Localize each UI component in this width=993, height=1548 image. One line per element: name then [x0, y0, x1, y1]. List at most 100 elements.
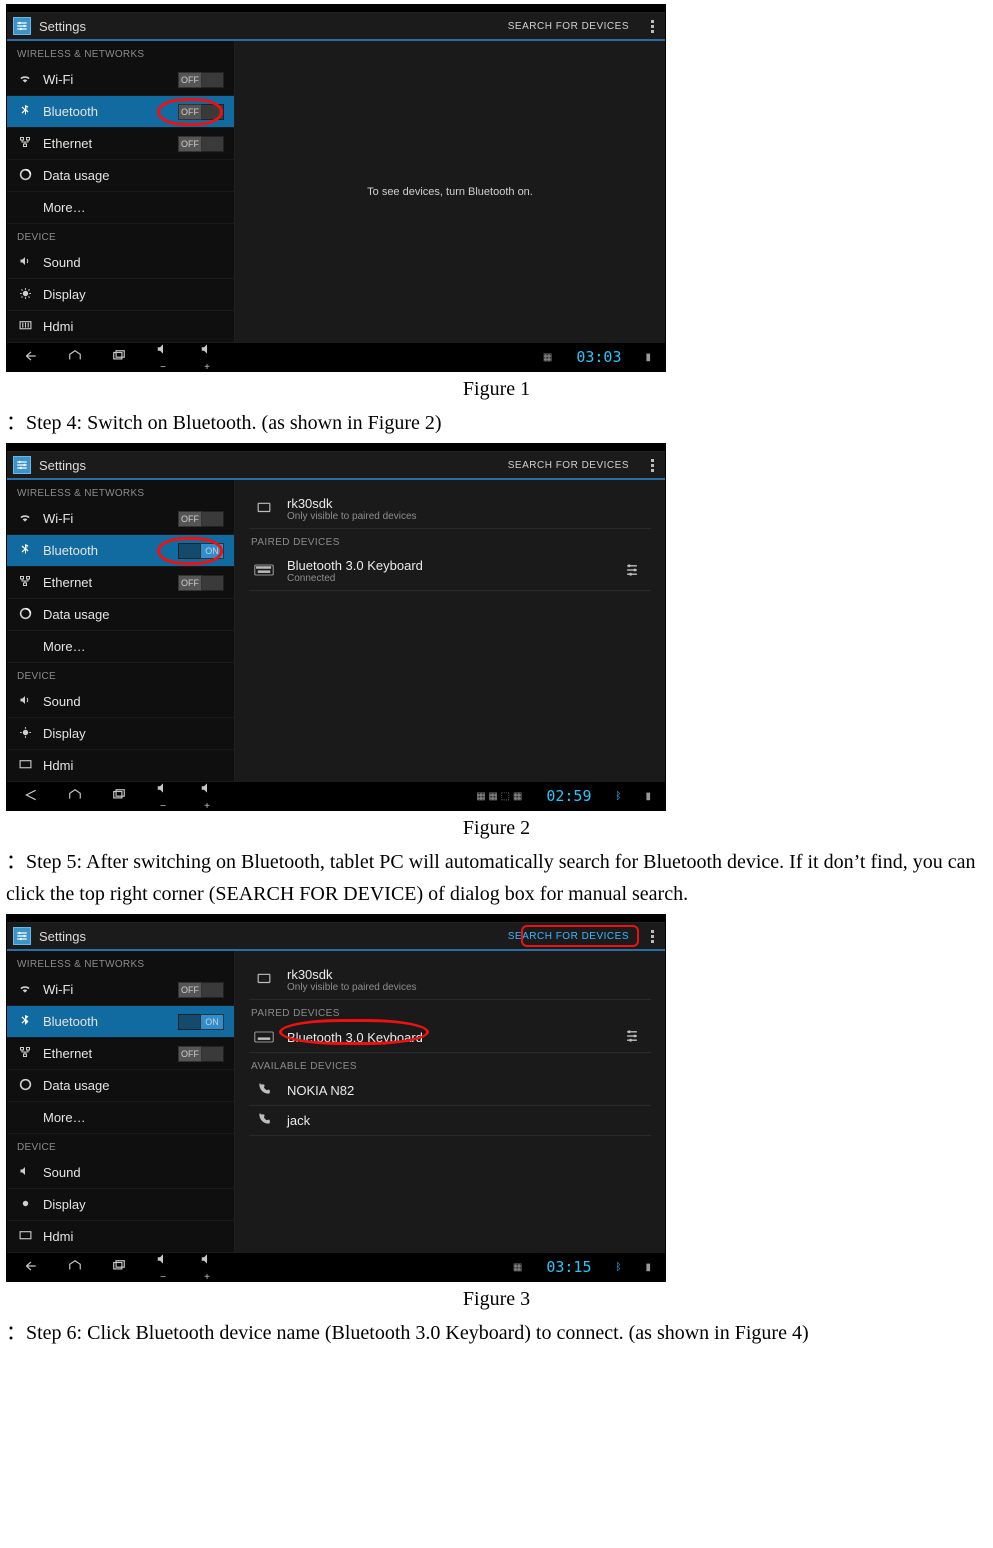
system-navbar: − + ▦ 03:15 ᛒ ▮ [7, 1253, 665, 1281]
figure-2-screenshot: Settings SEARCH FOR DEVICES WIRELESS & N… [6, 443, 666, 811]
wifi-label: Wi-Fi [43, 511, 168, 526]
device-settings-icon[interactable] [617, 1029, 647, 1046]
volume-down-icon[interactable]: − [153, 342, 173, 373]
home-icon[interactable] [65, 349, 85, 366]
more-label: More… [43, 1110, 224, 1125]
sidebar-item-sound[interactable]: Sound [7, 1157, 234, 1189]
volume-up-icon[interactable]: + [197, 781, 217, 812]
clock: 02:59 [546, 787, 591, 805]
hdmi-icon [17, 320, 33, 334]
sound-icon [17, 1165, 33, 1180]
sidebar-item-more[interactable]: More… [7, 192, 234, 224]
sidebar-item-wifi[interactable]: Wi-Fi OFF [7, 64, 234, 96]
home-icon[interactable] [65, 1259, 85, 1276]
sidebar-item-ethernet[interactable]: Ethernet OFF [7, 567, 234, 599]
available-device-row[interactable]: jack [249, 1106, 651, 1136]
bluetooth-toggle[interactable]: ON [178, 543, 224, 559]
ethernet-icon [17, 575, 33, 590]
recent-icon[interactable] [109, 788, 129, 805]
figure-1-caption: Figure 1 [6, 378, 987, 401]
more-label: More… [43, 639, 224, 654]
clock: 03:15 [546, 1258, 591, 1276]
sidebar-item-ethernet[interactable]: Ethernet OFF [7, 1038, 234, 1070]
back-icon[interactable] [21, 1259, 41, 1276]
overflow-menu-icon[interactable] [645, 20, 659, 33]
settings-app-icon [13, 17, 31, 35]
volume-down-icon[interactable]: − [153, 1252, 173, 1283]
sidebar-item-data-usage[interactable]: Data usage [7, 1070, 234, 1102]
sidebar-item-display[interactable]: Display [7, 279, 234, 311]
recent-icon[interactable] [109, 349, 129, 366]
bluetooth-toggle[interactable]: OFF [178, 104, 224, 120]
sidebar-item-data-usage[interactable]: Data usage [7, 160, 234, 192]
paired-device-row[interactable]: Bluetooth 3.0 Keyboard Connected [249, 552, 651, 591]
figure-3-caption: Figure 3 [6, 1288, 987, 1311]
ethernet-toggle[interactable]: OFF [178, 136, 224, 152]
sound-label: Sound [43, 1165, 224, 1180]
sidebar-item-sound[interactable]: Sound [7, 686, 234, 718]
device-settings-icon[interactable] [617, 563, 647, 580]
sidebar-item-wifi[interactable]: Wi-Fi OFF [7, 974, 234, 1006]
sidebar-item-hdmi[interactable]: Hdmi [7, 750, 234, 782]
overflow-menu-icon[interactable] [645, 459, 659, 472]
back-icon[interactable] [21, 788, 41, 805]
sidebar-item-display[interactable]: Display [7, 718, 234, 750]
available-device-row[interactable]: NOKIA N82 [249, 1076, 651, 1106]
content-pane: rk30sdk Only visible to paired devices P… [235, 480, 665, 782]
display-label: Display [43, 1197, 224, 1212]
sidebar-item-bluetooth[interactable]: Bluetooth OFF [7, 96, 234, 128]
sidebar-item-more[interactable]: More… [7, 631, 234, 663]
settings-sidebar: WIRELESS & NETWORKS Wi-Fi OFF Bluetooth … [7, 41, 235, 343]
sidebar-item-bluetooth[interactable]: Bluetooth ON [7, 1006, 234, 1038]
wifi-toggle[interactable]: OFF [178, 72, 224, 88]
sidebar-item-ethernet[interactable]: Ethernet OFF [7, 128, 234, 160]
paired-devices-header: PAIRED DEVICES [251, 1008, 649, 1019]
sidebar-item-more[interactable]: More… [7, 1102, 234, 1134]
volume-up-icon[interactable]: + [197, 1252, 217, 1283]
status-icons: ▦ ▦ ⬚ ▦ [476, 791, 522, 802]
self-device-sub: Only visible to paired devices [287, 511, 417, 522]
sidebar-item-wifi[interactable]: Wi-Fi OFF [7, 503, 234, 535]
recent-icon[interactable] [109, 1259, 129, 1276]
bluetooth-label: Bluetooth [43, 1014, 168, 1029]
sidebar-item-hdmi[interactable]: Hdmi [7, 1221, 234, 1253]
wifi-toggle[interactable]: OFF [178, 982, 224, 998]
settings-app-icon [13, 456, 31, 474]
self-device-name: rk30sdk [287, 967, 417, 982]
wifi-toggle[interactable]: OFF [178, 511, 224, 527]
figure-1-screenshot: Settings SEARCH FOR DEVICES WIRELESS & N… [6, 4, 666, 372]
data-usage-label: Data usage [43, 1078, 224, 1093]
hdmi-label: Hdmi [43, 758, 224, 773]
hdmi-icon [17, 1230, 33, 1244]
battery-icon: ▮ [645, 1262, 651, 1273]
sidebar-item-hdmi[interactable]: Hdmi [7, 311, 234, 343]
bluetooth-toggle[interactable]: ON [178, 1014, 224, 1030]
sidebar-item-display[interactable]: Display [7, 1189, 234, 1221]
volume-up-icon[interactable]: + [197, 342, 217, 373]
data-usage-label: Data usage [43, 607, 224, 622]
search-for-devices-button[interactable]: SEARCH FOR DEVICES [500, 17, 637, 36]
paired-device-row[interactable]: Bluetooth 3.0 Keyboard [249, 1023, 651, 1053]
overflow-menu-icon[interactable] [645, 930, 659, 943]
display-label: Display [43, 726, 224, 741]
ethernet-toggle[interactable]: OFF [178, 575, 224, 591]
step-4-text: ：Step 4: Switch on Bluetooth. (as shown … [6, 407, 987, 439]
ethernet-toggle[interactable]: OFF [178, 1046, 224, 1062]
sound-icon [17, 694, 33, 709]
sidebar-item-sound[interactable]: Sound [7, 247, 234, 279]
volume-down-icon[interactable]: − [153, 781, 173, 812]
sidebar-item-bluetooth[interactable]: Bluetooth ON [7, 535, 234, 567]
back-icon[interactable] [21, 349, 41, 366]
self-device-row[interactable]: rk30sdk Only visible to paired devices [249, 961, 651, 1000]
self-device-row[interactable]: rk30sdk Only visible to paired devices [249, 490, 651, 529]
data-usage-label: Data usage [43, 168, 224, 183]
more-label: More… [43, 200, 224, 215]
ethernet-label: Ethernet [43, 1046, 168, 1061]
wifi-icon [17, 71, 33, 88]
app-title: Settings [39, 929, 86, 944]
content-pane: To see devices, turn Bluetooth on. [235, 41, 665, 343]
home-icon[interactable] [65, 788, 85, 805]
search-for-devices-button[interactable]: SEARCH FOR DEVICES [500, 927, 637, 946]
search-for-devices-button[interactable]: SEARCH FOR DEVICES [500, 456, 637, 475]
sidebar-item-data-usage[interactable]: Data usage [7, 599, 234, 631]
